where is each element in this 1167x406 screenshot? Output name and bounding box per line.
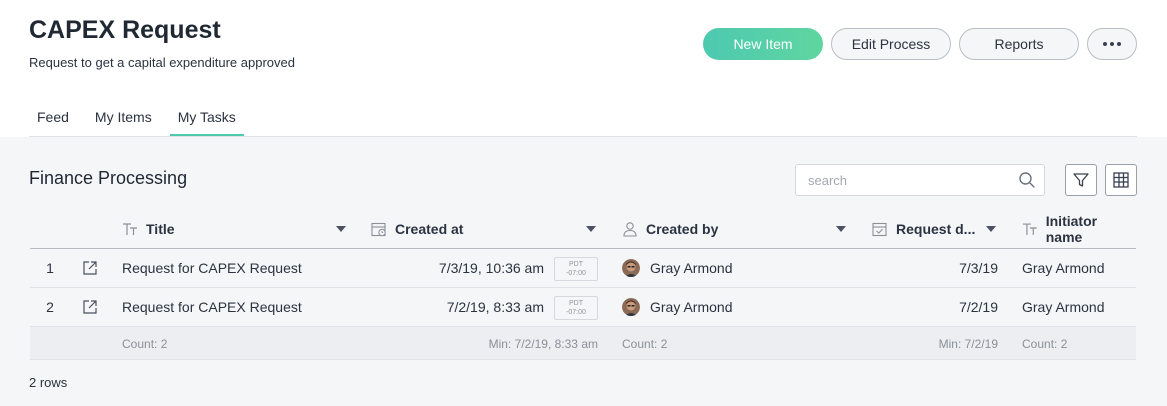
- page-title: CAPEX Request: [29, 16, 221, 44]
- table-row[interactable]: 1 Request for CAPEX Request 7/3/19, 10:3…: [30, 249, 1136, 288]
- table-header: Title Created at Created by Request d...…: [30, 209, 1136, 249]
- filter-button[interactable]: [1065, 164, 1097, 196]
- column-header-created-at[interactable]: Created at: [371, 209, 463, 249]
- column-settings-button[interactable]: [1105, 164, 1137, 196]
- cell-request-date: 7/3/19: [959, 260, 998, 276]
- calendar-clock-icon: [371, 222, 386, 237]
- summary-created-by: Count: 2: [622, 336, 668, 351]
- summary-created-at: Min: 7/2/19, 8:33 am: [488, 336, 598, 351]
- search-box: [795, 164, 1045, 196]
- calendar-check-icon: [872, 222, 887, 237]
- timezone-badge: PDT -07:00: [554, 257, 598, 281]
- grid-icon: [1113, 172, 1129, 188]
- open-item-button[interactable]: [82, 249, 98, 287]
- avatar: [622, 298, 640, 316]
- reports-button[interactable]: Reports: [959, 28, 1079, 60]
- page-header: CAPEX Request Request to get a capital e…: [0, 0, 1167, 137]
- timezone-name: PDT: [569, 261, 583, 268]
- chevron-down-icon[interactable]: [336, 226, 346, 232]
- table-row[interactable]: 2 Request for CAPEX Request 7/2/19, 8:33…: [30, 288, 1136, 327]
- timezone-offset: -07:00: [566, 270, 586, 277]
- chevron-down-icon[interactable]: [986, 226, 996, 232]
- column-title-label: Title: [146, 221, 175, 237]
- summary-initiator: Count: 2: [1022, 336, 1068, 351]
- column-header-created-by[interactable]: Created by: [622, 209, 718, 249]
- new-item-button[interactable]: New Item: [703, 28, 823, 60]
- cell-created-by: Gray Armond: [622, 288, 732, 326]
- external-link-icon: [83, 261, 97, 275]
- row-number: 2: [46, 299, 54, 315]
- created-by-name: Gray Armond: [650, 299, 733, 315]
- table-summary-row: Count: 2 Min: 7/2/19, 8:33 am Count: 2 M…: [30, 327, 1136, 360]
- column-request-date-label: Request d...: [896, 221, 976, 237]
- timezone-offset: -07:00: [566, 309, 586, 316]
- more-button[interactable]: [1087, 28, 1137, 60]
- summary-request-date: Min: 7/2/19: [938, 336, 998, 351]
- open-item-button[interactable]: [82, 288, 98, 326]
- cell-initiator: Gray Armond: [1022, 299, 1105, 315]
- edit-process-button[interactable]: Edit Process: [831, 28, 951, 60]
- summary-title: Count: 2: [122, 336, 168, 351]
- column-header-request-date[interactable]: Request d...: [872, 209, 975, 249]
- tasks-table: Title Created at Created by Request d...…: [30, 209, 1136, 360]
- tab-my-tasks[interactable]: My Tasks: [169, 100, 244, 137]
- cell-created-by: Gray Armond: [622, 249, 732, 287]
- main-content: Finance Processing Title: [0, 137, 1167, 406]
- text-type-icon: [123, 223, 137, 235]
- tab-my-items[interactable]: My Items: [87, 100, 160, 137]
- column-created-by-label: Created by: [646, 221, 719, 237]
- filter-icon: [1073, 173, 1089, 187]
- avatar: [622, 259, 640, 277]
- more-icon: [1103, 42, 1121, 46]
- column-created-at-label: Created at: [395, 221, 464, 237]
- search-icon[interactable]: [1018, 171, 1036, 189]
- person-icon: [623, 222, 637, 237]
- chevron-down-icon[interactable]: [586, 226, 596, 232]
- cell-title[interactable]: Request for CAPEX Request: [122, 249, 302, 287]
- column-header-title[interactable]: Title: [122, 209, 175, 249]
- external-link-icon: [83, 300, 97, 314]
- row-count-label: 2 rows: [29, 375, 68, 390]
- chevron-down-icon[interactable]: [836, 226, 846, 232]
- search-input[interactable]: [796, 165, 1006, 195]
- row-number: 1: [46, 260, 54, 276]
- section-title: Finance Processing: [29, 168, 188, 188]
- created-by-name: Gray Armond: [650, 260, 733, 276]
- cell-request-date: 7/2/19: [959, 299, 998, 315]
- timezone-name: PDT: [569, 300, 583, 307]
- tab-feed[interactable]: Feed: [29, 100, 77, 137]
- text-type-icon: [1022, 223, 1037, 235]
- cell-created-at: 7/3/19, 10:36 am: [438, 260, 544, 276]
- cell-created-at: 7/2/19, 8:33 am: [446, 299, 544, 315]
- column-header-initiator[interactable]: Initiator name: [1022, 209, 1136, 249]
- timezone-badge: PDT -07:00: [554, 296, 598, 320]
- cell-title[interactable]: Request for CAPEX Request: [122, 288, 302, 326]
- cell-initiator: Gray Armond: [1022, 260, 1105, 276]
- column-initiator-label: Initiator name: [1045, 213, 1098, 245]
- tab-bar: Feed My Items My Tasks: [29, 100, 254, 137]
- page-subtitle: Request to get a capital expenditure app…: [29, 55, 295, 70]
